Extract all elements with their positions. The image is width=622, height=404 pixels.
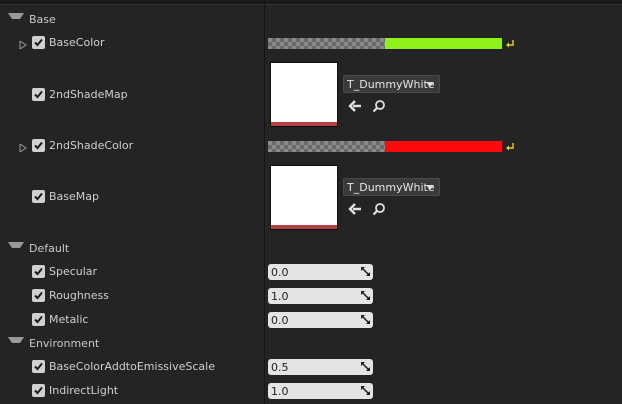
resize-grip-icon[interactable] (360, 361, 371, 372)
field-value: 0.5 (271, 360, 289, 374)
property-label: Metalic (49, 313, 89, 326)
expand-triangle-icon[interactable] (19, 142, 27, 153)
checkmark-icon (34, 386, 43, 395)
roughness-checkbox[interactable] (32, 289, 45, 302)
property-row-2ndshadecolor: 2ndShadeColor (0, 137, 622, 155)
emissive-scale-value-field[interactable]: 0.5 (268, 359, 373, 375)
property-row-specular: Specular 0.0 (0, 263, 622, 281)
property-label: 2ndShadeMap (49, 88, 128, 101)
asset-name: T_DummyWhite (347, 180, 435, 194)
magnifier-icon[interactable] (372, 99, 386, 113)
checkmark-icon (34, 90, 43, 99)
roughness-value-field[interactable]: 1.0 (268, 288, 373, 304)
resize-grip-icon[interactable] (360, 314, 371, 325)
checkmark-icon (34, 141, 43, 150)
checkmark-icon (34, 315, 43, 324)
indirect-light-checkbox[interactable] (32, 384, 45, 397)
left-arrow-icon[interactable] (348, 99, 362, 113)
color-swatch (385, 141, 502, 152)
property-row-emissive-scale: BaseColorAddtoEmissiveScale 0.5 (0, 358, 622, 376)
property-row-indirect-light: IndirectLight 1.0 (0, 382, 622, 400)
resize-grip-icon[interactable] (360, 385, 371, 396)
property-row-roughness: Roughness 1.0 (0, 287, 622, 305)
field-value: 0.0 (271, 265, 289, 279)
2ndshadecolor-color-picker[interactable] (268, 141, 502, 152)
asset-dropdown[interactable]: T_DummyWhite (343, 75, 440, 93)
property-label: BaseMap (49, 190, 99, 203)
indirect-light-value-field[interactable]: 1.0 (268, 383, 373, 399)
metalic-value-field[interactable]: 0.0 (268, 312, 373, 328)
reset-arrow-icon[interactable] (505, 141, 515, 151)
texture-thumbnail[interactable] (270, 165, 338, 230)
magnifier-icon[interactable] (372, 202, 386, 216)
2ndshadecolor-checkbox[interactable] (32, 139, 45, 152)
section-base[interactable]: Base (0, 8, 264, 30)
field-value: 0.0 (271, 313, 289, 327)
collapse-triangle-icon[interactable] (8, 336, 24, 351)
property-label: BaseColorAddtoEmissiveScale (49, 360, 215, 373)
color-swatch (385, 38, 502, 49)
field-value: 1.0 (271, 384, 289, 398)
expand-triangle-icon[interactable] (19, 39, 27, 50)
2ndshademap-checkbox[interactable] (32, 88, 45, 101)
metalic-checkbox[interactable] (32, 313, 45, 326)
field-value: 1.0 (271, 289, 289, 303)
property-label: BaseColor (49, 36, 105, 49)
specular-checkbox[interactable] (32, 265, 45, 278)
resize-grip-icon[interactable] (360, 266, 371, 277)
emissive-scale-checkbox[interactable] (32, 360, 45, 373)
texture-thumbnail[interactable] (270, 62, 338, 127)
asset-dropdown[interactable]: T_DummyWhite (343, 178, 440, 196)
basecolor-checkbox[interactable] (32, 36, 45, 49)
property-label: IndirectLight (49, 384, 119, 397)
specular-value-field[interactable]: 0.0 (268, 264, 373, 280)
section-title: Base (29, 12, 56, 26)
chevron-down-icon (426, 185, 434, 190)
section-default[interactable]: Default (0, 237, 264, 259)
checkmark-icon (34, 38, 43, 47)
checkmark-icon (34, 267, 43, 276)
reset-arrow-icon[interactable] (505, 38, 515, 48)
checkmark-icon (34, 362, 43, 371)
alpha-checker (268, 38, 385, 49)
basemap-checkbox[interactable] (32, 190, 45, 203)
property-label: Specular (49, 265, 98, 278)
property-label: Roughness (49, 289, 110, 302)
asset-name: T_DummyWhite (347, 77, 435, 91)
property-row-basecolor: BaseColor (0, 34, 622, 52)
property-row-metalic: Metalic 0.0 (0, 311, 622, 329)
basecolor-color-picker[interactable] (268, 38, 502, 49)
panel-top-edge (0, 0, 622, 5)
alpha-checker (268, 141, 385, 152)
collapse-triangle-icon[interactable] (8, 12, 24, 27)
checkmark-icon (34, 291, 43, 300)
section-title: Environment (29, 336, 100, 350)
left-arrow-icon[interactable] (348, 202, 362, 216)
section-title: Default (29, 241, 70, 255)
chevron-down-icon (426, 82, 434, 87)
resize-grip-icon[interactable] (360, 290, 371, 301)
checkmark-icon (34, 192, 43, 201)
section-environment[interactable]: Environment (0, 332, 264, 354)
collapse-triangle-icon[interactable] (8, 241, 24, 256)
property-label: 2ndShadeColor (49, 139, 134, 152)
